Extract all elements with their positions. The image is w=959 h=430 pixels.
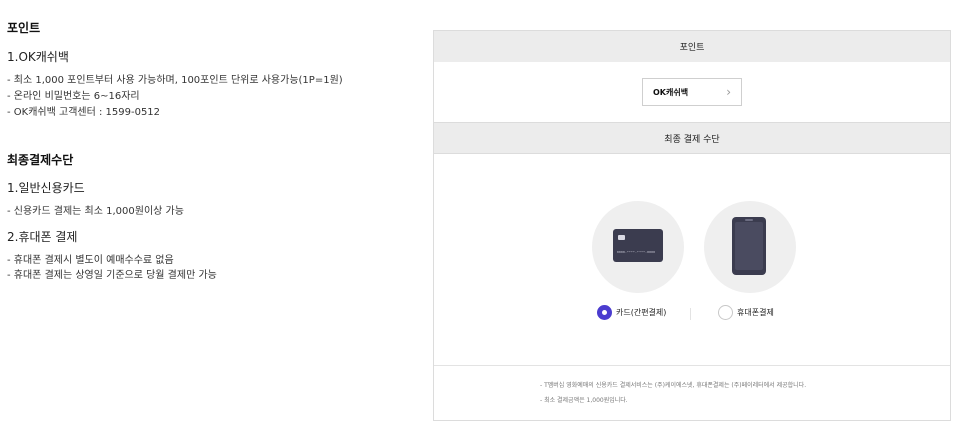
point-section-title: 포인트 xyxy=(7,21,41,35)
phone-payment-radio[interactable]: 휴대폰결제 xyxy=(718,305,774,320)
point-header: 포인트 xyxy=(434,31,950,62)
radio-unchecked-icon xyxy=(718,305,733,320)
phone-screen xyxy=(735,222,763,270)
card-chip xyxy=(618,235,625,240)
okcashbag-note: - 온라인 비밀번호는 6~16자리 xyxy=(7,91,140,102)
card-payment-label: 카드(간편결제) xyxy=(616,308,667,317)
radio-checked-icon xyxy=(597,305,612,320)
credit-card-note: - 신용카드 결제는 최소 1,000원이상 가능 xyxy=(7,206,184,217)
card-number: 0000-****-****-0000 xyxy=(617,250,656,254)
okcashbag-button-label: OK캐쉬백 xyxy=(653,87,689,97)
chevron-right-icon: › xyxy=(726,85,731,99)
phone-payment-title: 2.휴대폰 결제 xyxy=(7,230,78,244)
phone-payment-note: - 휴대폰 결제시 별도이 예매수수료 없음 xyxy=(7,255,174,266)
okcashbag-button[interactable]: OK캐쉬백 › xyxy=(642,78,742,106)
phone-payment-label: 휴대폰결제 xyxy=(737,308,774,317)
card-method-image[interactable]: 0000-****-****-0000 xyxy=(592,201,684,293)
phone-method-image[interactable] xyxy=(704,201,796,293)
phone-speaker xyxy=(745,219,753,221)
footer-note: - T멤버십 영화예매의 신용카드 결제서비스는 (주)케이에스넷, 휴대폰결제… xyxy=(540,382,807,389)
phone-payment-note: - 휴대폰 결제는 상영일 기준으로 당월 결제만 가능 xyxy=(7,270,217,281)
credit-card-title: 1.일반신용카드 xyxy=(7,181,85,195)
credit-card-icon: 0000-****-****-0000 xyxy=(613,229,663,262)
okcashbag-title: 1.OK캐쉬백 xyxy=(7,50,69,64)
okcashbag-note: - OK캐쉬백 고객센터 : 1599-0512 xyxy=(7,107,161,118)
final-payment-header: 최종 결제 수단 xyxy=(434,122,950,154)
payment-panel: 포인트 OK캐쉬백 › 최종 결제 수단 0000-****-****-0000… xyxy=(433,30,951,421)
card-payment-radio[interactable]: 카드(간편결제) xyxy=(597,305,666,320)
footer-note: - 최소 결제금액은 1,000원입니다. xyxy=(540,397,628,404)
mobile-phone-icon xyxy=(732,217,766,275)
final-payment-title: 최종결제수단 xyxy=(7,153,74,167)
panel-footer: - T멤버십 영화예매의 신용카드 결제서비스는 (주)케이에스넷, 휴대폰결제… xyxy=(434,365,950,421)
divider xyxy=(690,308,691,320)
okcashbag-note: - 최소 1,000 포인트부터 사용 가능하며, 100포인트 단위로 사용가… xyxy=(7,75,343,86)
